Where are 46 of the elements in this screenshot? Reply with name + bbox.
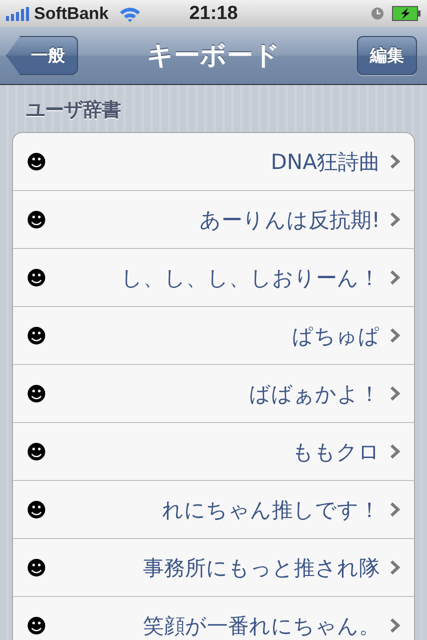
chevron-icon: [390, 444, 400, 459]
phrase-text: DNA狂詩曲: [270, 148, 380, 176]
section-header: ユーザ辞書: [25, 98, 122, 123]
nav-title: キーボード: [147, 41, 280, 71]
wifi-icon: [118, 6, 141, 22]
dictionary-entry[interactable]: ☻ 笑顔が一番れにちゃん。: [13, 596, 414, 640]
shortcut-text: ☻: [26, 150, 47, 174]
phrase-text: 笑顔が一番れにちゃん。: [142, 612, 380, 640]
shortcut-text: ☻: [26, 382, 47, 406]
dictionary-entry[interactable]: ☻ 事務所にもっと推され隊: [13, 538, 414, 596]
phrase-text: 事務所にもっと推され隊: [142, 554, 380, 582]
chevron-icon: [390, 212, 400, 227]
dictionary-entry[interactable]: ☻ ばばぁかよ！: [13, 364, 414, 422]
phrase-text: ももクロ: [291, 438, 380, 466]
chevron-icon: [390, 328, 400, 343]
dictionary-entry[interactable]: ☻ れにちゃん推しです！: [13, 480, 414, 538]
shortcut-text: ☻: [26, 208, 47, 232]
battery-icon: [392, 6, 421, 21]
chevron-icon: [390, 386, 400, 401]
carrier-name: SoftBank: [34, 4, 109, 24]
dictionary-entry[interactable]: ☻ DNA狂詩曲: [13, 133, 414, 190]
phrase-text: ばばぁかよ！: [248, 380, 380, 408]
signal-icon: [6, 6, 30, 20]
dictionary-entry[interactable]: ☻ あーりんは反抗期!: [13, 190, 414, 248]
phrase-text: し、し、し、しおりーん！: [120, 264, 380, 292]
shortcut-text: ☻: [26, 556, 47, 580]
shortcut-text: ☻: [26, 266, 47, 290]
chevron-icon: [390, 270, 400, 285]
edit-button[interactable]: 編集: [357, 36, 417, 75]
chevron-icon: [390, 154, 400, 169]
dictionary-entry[interactable]: ☻ ももクロ: [13, 422, 414, 480]
dictionary-entry[interactable]: ☻ ぱちゅぱ: [13, 306, 414, 364]
phrase-text: あーりんは反抗期!: [198, 206, 380, 234]
chevron-icon: [390, 502, 400, 517]
chevron-icon: [390, 618, 400, 633]
shortcut-text: ☻: [26, 498, 47, 522]
back-button[interactable]: 一般: [6, 36, 78, 75]
alarm-clock-icon: [371, 7, 384, 20]
status-time: 21:18: [189, 2, 238, 24]
dictionary-entry[interactable]: ☻ し、し、し、しおりーん！: [13, 248, 414, 306]
phrase-text: ぱちゅぱ: [291, 322, 380, 350]
shortcut-text: ☻: [26, 440, 47, 464]
phrase-text: れにちゃん推しです！: [161, 496, 380, 524]
shortcut-text: ☻: [26, 324, 47, 348]
shortcut-text: ☻: [26, 614, 47, 638]
chevron-icon: [390, 560, 400, 575]
